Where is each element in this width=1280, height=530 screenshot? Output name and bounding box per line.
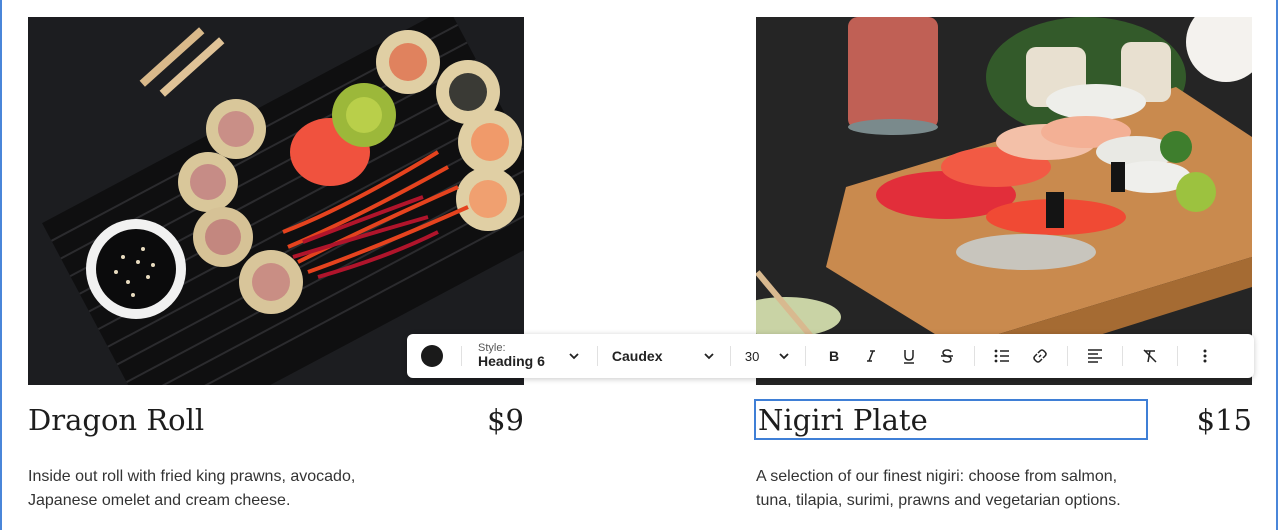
underline-button[interactable]	[892, 340, 926, 372]
item-title[interactable]: Dragon Roll	[28, 406, 204, 435]
link-button[interactable]	[1023, 340, 1057, 372]
svg-text:B: B	[829, 348, 839, 364]
clear-format-button[interactable]	[1133, 340, 1167, 372]
font-dropdown[interactable]: Caudex	[606, 348, 722, 364]
toolbar-divider	[461, 346, 462, 366]
chevron-down-icon	[779, 353, 789, 360]
italic-icon	[866, 350, 875, 362]
toolbar-divider	[596, 346, 598, 366]
font-value: Caudex	[611, 348, 663, 364]
align-left-icon	[1087, 349, 1102, 363]
text-format-toolbar: Style: Heading 6 Caudex 30 B	[407, 334, 1254, 378]
chevron-down-icon	[569, 353, 579, 360]
toolbar-divider	[804, 346, 806, 366]
nigiri-plate-photo[interactable]	[756, 17, 1252, 385]
more-options-icon	[1203, 349, 1207, 363]
item-price[interactable]: $15	[1197, 406, 1252, 435]
toolbar-divider	[1121, 346, 1123, 366]
style-value: Heading 6	[478, 353, 545, 370]
font-size-value: 30	[744, 348, 760, 364]
bold-icon: B	[829, 348, 839, 364]
style-dropdown[interactable]: Style: Heading 6	[470, 342, 589, 369]
bulleted-list-button[interactable]	[985, 340, 1019, 372]
toolbar-divider	[973, 346, 975, 366]
dragon-roll-photo[interactable]	[28, 17, 524, 385]
bold-button[interactable]: B	[816, 340, 850, 372]
item-price[interactable]: $9	[487, 406, 524, 435]
italic-button[interactable]	[854, 340, 888, 372]
toolbar-divider	[1066, 346, 1068, 366]
strikethrough-button[interactable]	[930, 340, 964, 372]
toolbar-divider	[1176, 346, 1178, 366]
toolbar-divider	[729, 346, 731, 366]
bulleted-list-icon	[994, 349, 1009, 363]
more-options-button[interactable]	[1188, 340, 1222, 372]
strikethrough-icon	[940, 349, 953, 363]
font-size-dropdown[interactable]: 30	[739, 349, 797, 364]
color-swatch-icon[interactable]	[421, 345, 443, 367]
chevron-down-icon	[704, 353, 714, 360]
clear-format-icon	[1143, 349, 1157, 363]
item-description[interactable]: A selection of our finest nigiri: choose…	[756, 465, 1156, 513]
item-title[interactable]: Nigiri Plate	[758, 406, 928, 435]
underline-icon	[903, 350, 914, 364]
link-icon	[1033, 349, 1047, 363]
align-button[interactable]	[1078, 340, 1112, 372]
item-description[interactable]: Inside out roll with fried king prawns, …	[28, 465, 408, 513]
